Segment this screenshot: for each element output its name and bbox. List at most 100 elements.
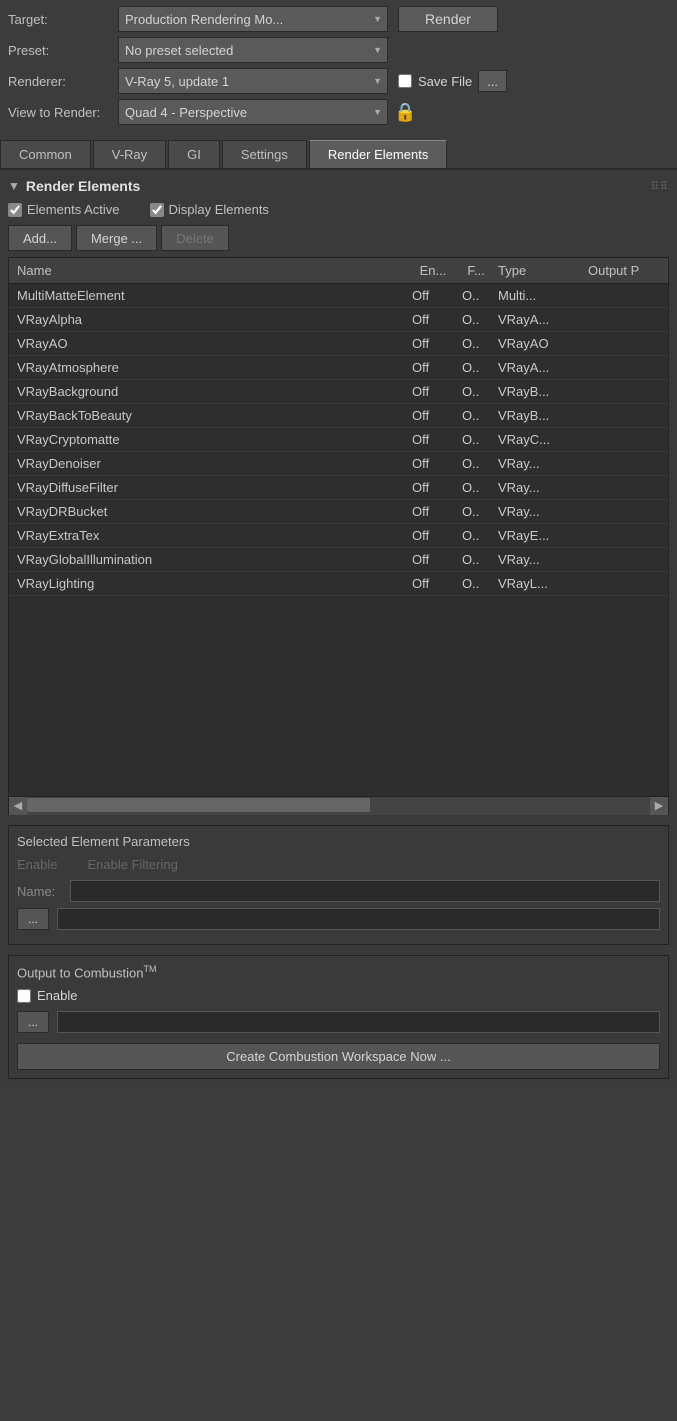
scroll-track[interactable] <box>27 797 650 815</box>
td-name: VRayGlobalIllumination <box>13 550 408 569</box>
td-output <box>584 502 664 521</box>
td-type: VRayB... <box>494 382 584 401</box>
tab-settings[interactable]: Settings <box>222 140 307 168</box>
td-name: VRayDiffuseFilter <box>13 478 408 497</box>
renderer-select[interactable]: V-Ray 5, update 1 <box>118 68 388 94</box>
td-output <box>584 574 664 593</box>
display-elements-label: Display Elements <box>150 202 269 217</box>
params-name-input[interactable] <box>70 880 660 902</box>
params-title: Selected Element Parameters <box>17 834 660 849</box>
delete-button[interactable]: Delete <box>161 225 229 251</box>
collapse-arrow-icon[interactable]: ▼ <box>8 179 20 193</box>
preset-select[interactable]: No preset selected <box>118 37 388 63</box>
combustion-enable-label: Enable <box>37 988 77 1003</box>
header-section: Target: Production Rendering Mo... Rende… <box>0 0 677 136</box>
td-type: VRay... <box>494 502 584 521</box>
preset-row: Preset: No preset selected <box>8 37 669 63</box>
combustion-tm: TM <box>143 964 156 974</box>
table-row[interactable]: VRayAtmosphere Off O.. VRayA... <box>9 356 668 380</box>
table-row[interactable]: VRayDRBucket Off O.. VRay... <box>9 500 668 524</box>
td-f: O.. <box>458 286 494 305</box>
table-body: MultiMatteElement Off O.. Multi... VRayA… <box>9 284 668 596</box>
td-type: VRayA... <box>494 358 584 377</box>
tab-vray[interactable]: V-Ray <box>93 140 166 168</box>
td-name: VRayBackground <box>13 382 408 401</box>
table-row[interactable]: VRayBackground Off O.. VRayB... <box>9 380 668 404</box>
combustion-dots-button[interactable]: ... <box>17 1011 49 1033</box>
table-row[interactable]: VRayCryptomatte Off O.. VRayC... <box>9 428 668 452</box>
table-row[interactable]: VRayDiffuseFilter Off O.. VRay... <box>9 476 668 500</box>
tab-common[interactable]: Common <box>0 140 91 168</box>
td-output <box>584 478 664 497</box>
add-button[interactable]: Add... <box>8 225 72 251</box>
params-name-label: Name: <box>17 884 62 899</box>
td-output <box>584 286 664 305</box>
td-name: VRayAtmosphere <box>13 358 408 377</box>
table-row[interactable]: MultiMatteElement Off O.. Multi... <box>9 284 668 308</box>
params-dots-button[interactable]: ... <box>17 908 49 930</box>
td-en: Off <box>408 358 458 377</box>
td-output <box>584 430 664 449</box>
td-output <box>584 526 664 545</box>
view-label: View to Render: <box>8 105 118 120</box>
target-select[interactable]: Production Rendering Mo... <box>118 6 388 32</box>
params-path-row: ... <box>17 908 660 930</box>
save-file-label: Save File <box>418 74 472 89</box>
create-combustion-button[interactable]: Create Combustion Workspace Now ... <box>17 1043 660 1070</box>
table-row[interactable]: VRayDenoiser Off O.. VRay... <box>9 452 668 476</box>
td-f: O.. <box>458 358 494 377</box>
td-en: Off <box>408 454 458 473</box>
td-name: VRayDRBucket <box>13 502 408 521</box>
table-row[interactable]: VRayGlobalIllumination Off O.. VRay... <box>9 548 668 572</box>
td-name: VRayAO <box>13 334 408 353</box>
td-output <box>584 310 664 329</box>
save-file-checkbox[interactable] <box>398 74 412 88</box>
col-f: F... <box>458 261 494 280</box>
td-f: O.. <box>458 334 494 353</box>
horizontal-scrollbar[interactable]: ◀ ▶ <box>8 797 669 815</box>
td-name: VRayCryptomatte <box>13 430 408 449</box>
view-select[interactable]: Quad 4 - Perspective <box>118 99 388 125</box>
scroll-left-button[interactable]: ◀ <box>9 797 27 815</box>
td-en: Off <box>408 502 458 521</box>
table-row[interactable]: VRayAO Off O.. VRayAO <box>9 332 668 356</box>
renderer-select-wrap: V-Ray 5, update 1 <box>118 68 388 94</box>
drag-handle-icon: ⠿⠿ <box>651 180 669 193</box>
td-en: Off <box>408 550 458 569</box>
td-f: O.. <box>458 478 494 497</box>
td-output <box>584 406 664 425</box>
td-name: VRayBackToBeauty <box>13 406 408 425</box>
combustion-path-input[interactable] <box>57 1011 660 1033</box>
table-row[interactable]: VRayBackToBeauty Off O.. VRayB... <box>9 404 668 428</box>
table-row[interactable]: VRayLighting Off O.. VRayL... <box>9 572 668 596</box>
target-label: Target: <box>8 12 118 27</box>
table-row[interactable]: VRayAlpha Off O.. VRayA... <box>9 308 668 332</box>
scroll-right-button[interactable]: ▶ <box>650 797 668 815</box>
td-type: VRayE... <box>494 526 584 545</box>
td-f: O.. <box>458 430 494 449</box>
td-f: O.. <box>458 310 494 329</box>
render-button[interactable]: Render <box>398 6 498 32</box>
col-name: Name <box>13 261 408 280</box>
combustion-title-text: Output to Combustion <box>17 965 143 980</box>
td-f: O.. <box>458 526 494 545</box>
checkboxes-row: Elements Active Display Elements <box>8 202 669 217</box>
tab-render-elements[interactable]: Render Elements <box>309 140 447 168</box>
combustion-enable-checkbox[interactable] <box>17 989 31 1003</box>
enable-filtering-label: Enable Filtering <box>87 857 177 872</box>
td-type: VRayAO <box>494 334 584 353</box>
display-elements-checkbox[interactable] <box>150 203 164 217</box>
tab-gi[interactable]: GI <box>168 140 220 168</box>
params-path-input[interactable] <box>57 908 660 930</box>
combustion-section: Output to CombustionTM Enable ... Create… <box>8 955 669 1079</box>
table-empty-area <box>9 596 668 796</box>
merge-button[interactable]: Merge ... <box>76 225 157 251</box>
elements-table: Name En... F... Type Output P MultiMatte… <box>8 257 669 797</box>
target-select-wrap: Production Rendering Mo... <box>118 6 388 32</box>
elements-active-checkbox[interactable] <box>8 203 22 217</box>
table-row[interactable]: VRayExtraTex Off O.. VRayE... <box>9 524 668 548</box>
td-en: Off <box>408 574 458 593</box>
section-header: ▼ Render Elements ⠿⠿ <box>8 178 669 194</box>
save-file-dots-button[interactable]: ... <box>478 70 507 92</box>
td-f: O.. <box>458 574 494 593</box>
